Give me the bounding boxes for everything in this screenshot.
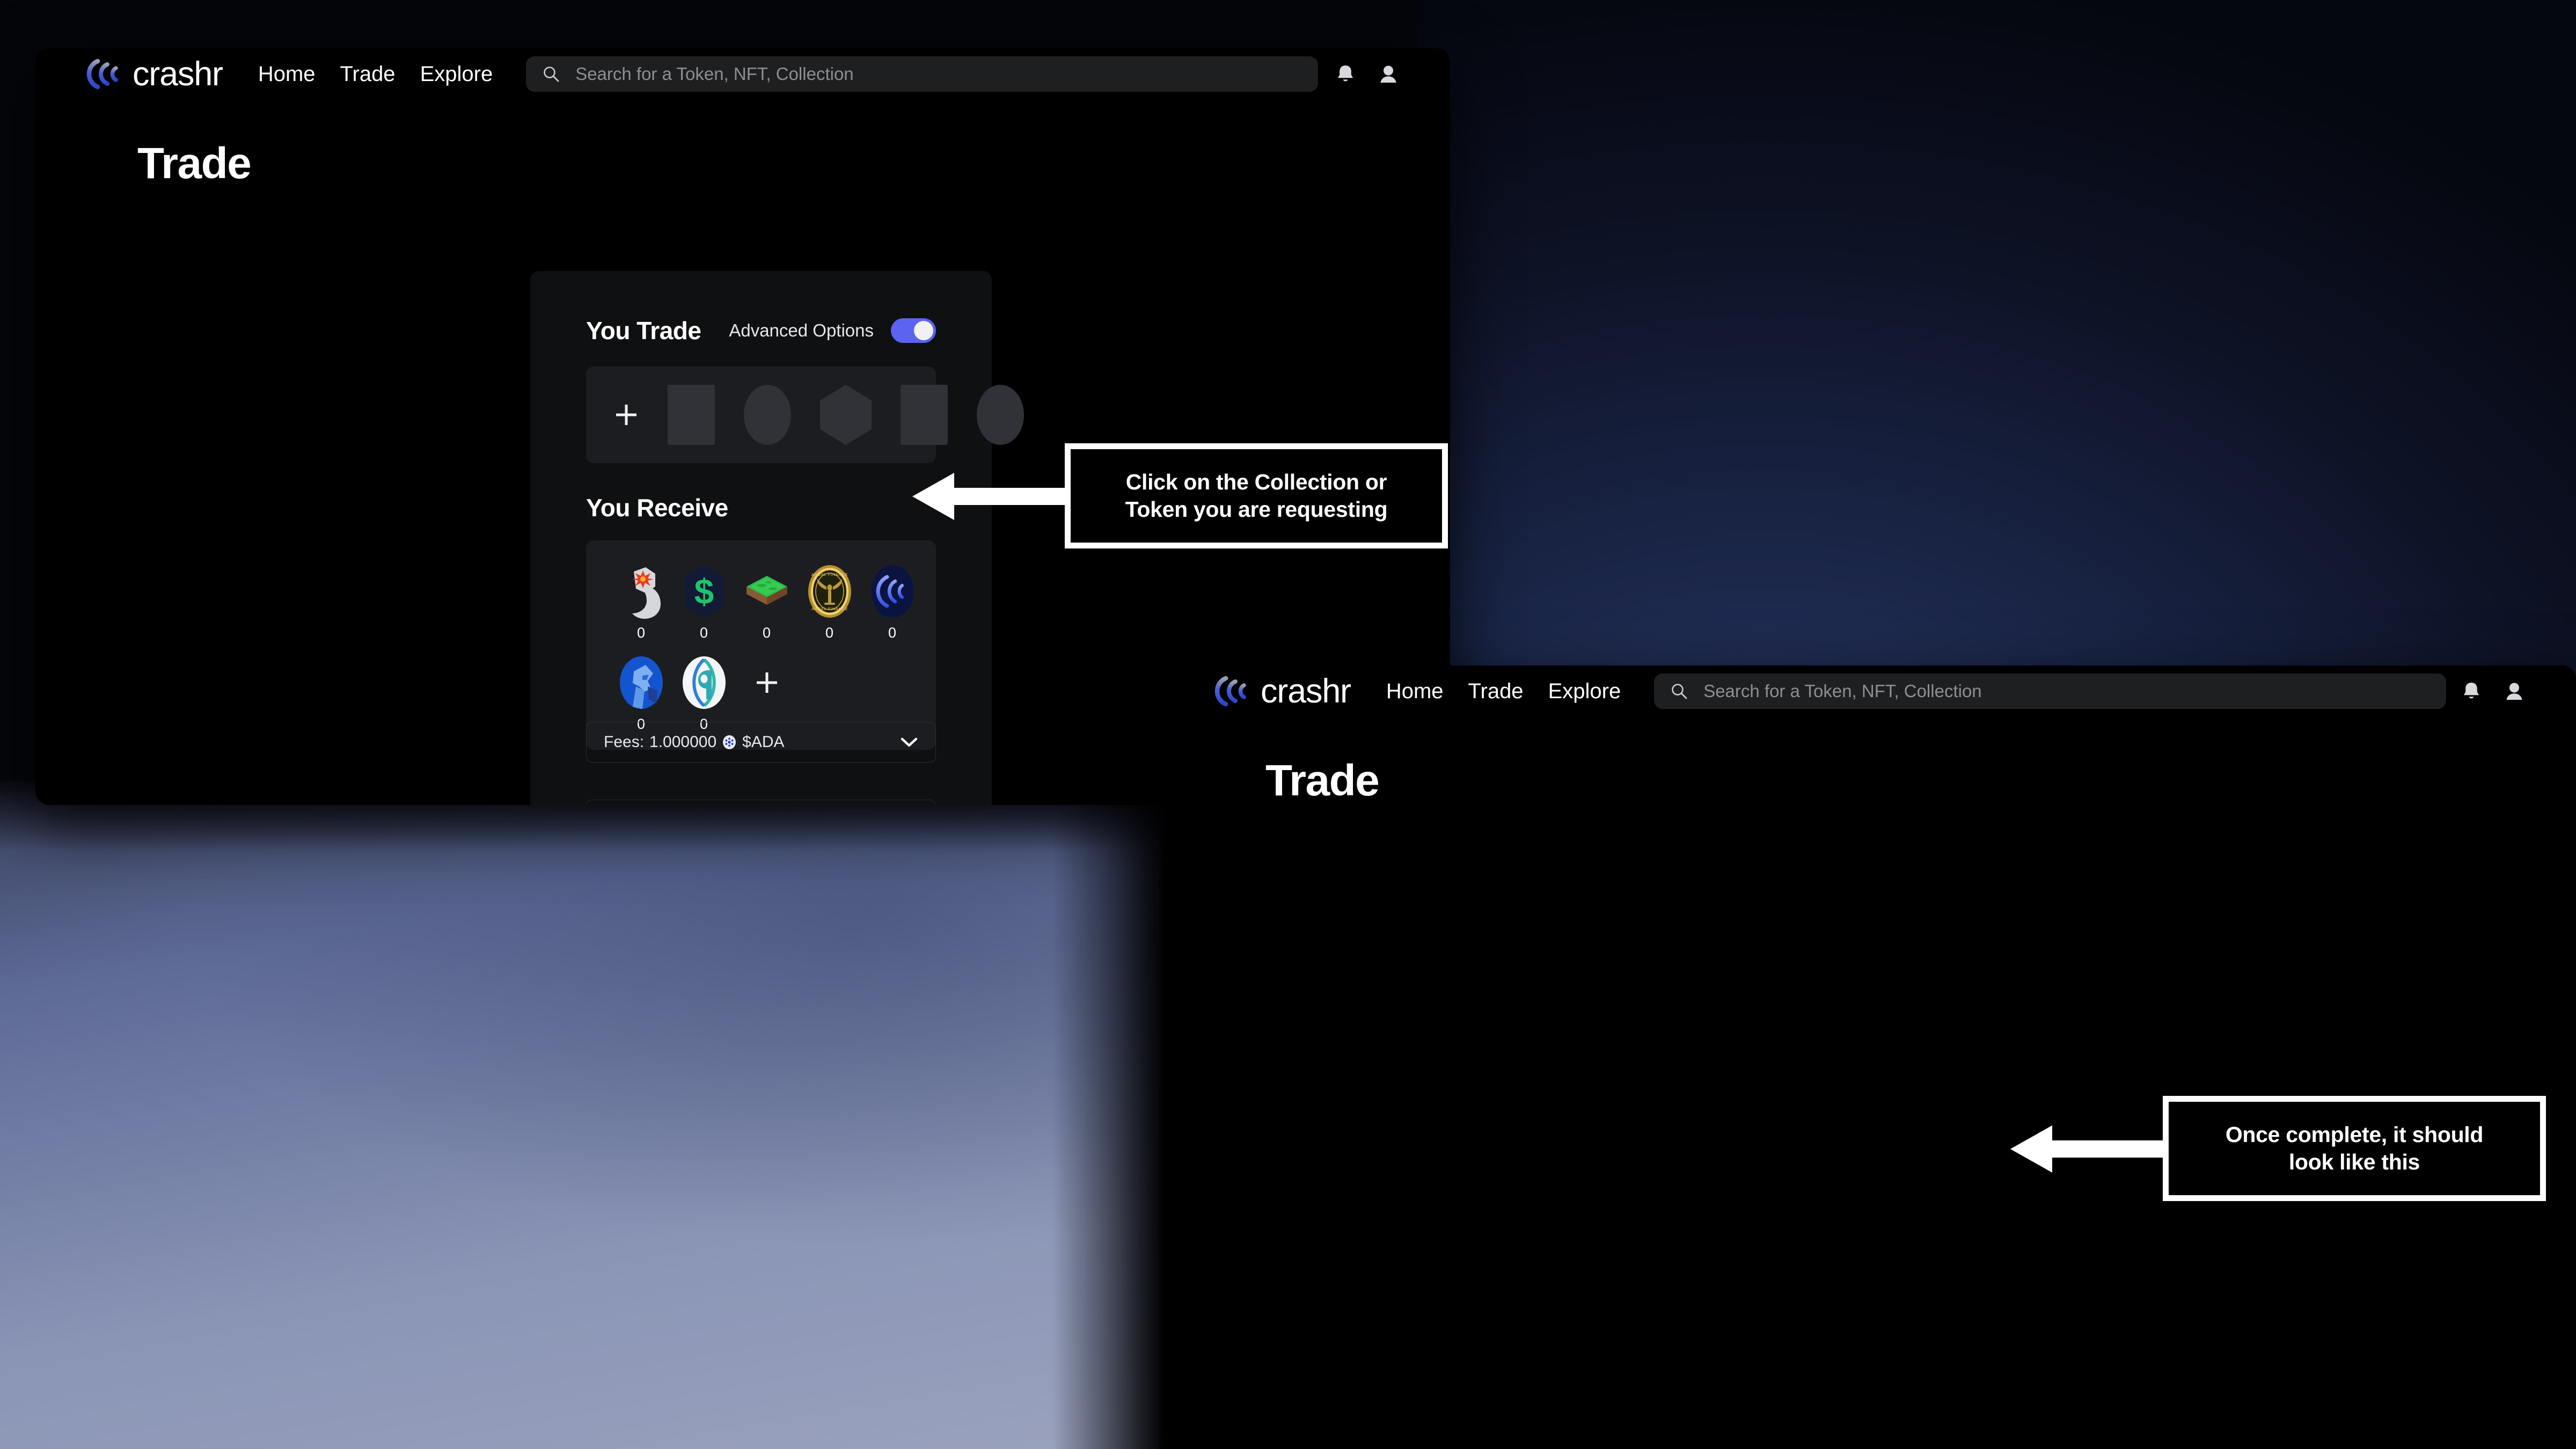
advanced-options-label: Advanced Options — [729, 320, 874, 340]
brand-logo-back[interactable]: crashr — [85, 57, 223, 91]
add-asset-button[interactable] — [735, 653, 798, 712]
callout-collection: Click on the Collection or Token you are… — [1065, 443, 1448, 548]
asset-crashr-token[interactable]: 0 — [861, 562, 924, 640]
asset-row-1-back: 0 0 0 0 0 — [610, 562, 912, 640]
fees-dropdown-back[interactable]: Fees: 1.000000 $ADA — [586, 722, 936, 763]
asset-quantity: 0 — [825, 625, 834, 641]
nav-actions-back — [1335, 63, 1399, 85]
brand-name: crashr — [133, 55, 223, 93]
nav-link-home[interactable]: Home — [1386, 679, 1444, 704]
fees-currency: $ADA — [742, 733, 785, 751]
nav-links-back: Home Trade Explore — [258, 62, 493, 86]
search-input[interactable]: Search for a Token, NFT, Collection — [526, 56, 1319, 92]
asset-quantity: 0 — [762, 625, 771, 641]
dollar-hex-token-icon — [680, 562, 728, 621]
callout-complete-text: Once complete, it should look like this — [2225, 1121, 2484, 1176]
advanced-options-toggle[interactable] — [891, 318, 936, 343]
nav-links-front: Home Trade Explore — [1386, 679, 1621, 704]
brand-name: crashr — [1261, 672, 1351, 710]
asset-row-2-back: 0 0 — [610, 653, 912, 731]
asset-green-block-nft[interactable]: 0 — [735, 562, 798, 640]
asset-teal-ring-token[interactable]: 0 — [672, 653, 735, 731]
page-title: Trade — [1265, 756, 1380, 805]
navbar-front: crashr Home Trade Explore Search for a T… — [1163, 665, 2576, 717]
callout-arrow-1 — [912, 471, 1073, 522]
avatar-icon[interactable] — [1378, 63, 1399, 85]
navbar-back: crashr Home Trade Explore Search for a T… — [35, 48, 1450, 100]
fees-label: Fees: — [604, 733, 645, 751]
callout-line-2: look like this — [2288, 1150, 2420, 1174]
callout-line-1: Once complete, it should — [2225, 1122, 2484, 1147]
fees-text-back: Fees: 1.000000 $ADA — [604, 733, 785, 751]
chevron-down-icon[interactable] — [900, 736, 918, 748]
nav-link-home[interactable]: Home — [258, 62, 316, 86]
search-placeholder: Search for a Token, NFT, Collection — [575, 64, 854, 84]
callout-line-1: Click on the Collection or — [1125, 469, 1387, 494]
teal-ring-token-icon — [680, 653, 728, 712]
wallpaper-gradient-bottom-left — [0, 781, 1159, 1449]
nav-link-trade[interactable]: Trade — [1468, 679, 1524, 704]
plus-icon — [755, 670, 779, 695]
brand-logo-front[interactable]: crashr — [1213, 672, 1351, 710]
blue-character-nft-icon — [618, 653, 665, 712]
crashr-waves-logo-icon — [85, 57, 123, 91]
crashr-token-icon — [869, 562, 916, 621]
fees-amount: 1.000000 — [649, 733, 717, 751]
search-input[interactable]: Search for a Token, NFT, Collection — [1654, 674, 2447, 709]
trade-card-back: You Trade Advanced Options You Receive 0… — [530, 271, 1024, 805]
asset-angel-finance-coin[interactable]: 0 — [798, 562, 861, 640]
you-receive-assets-back: 0 0 0 0 0 0 0 — [586, 540, 936, 750]
nav-link-explore[interactable]: Explore — [420, 62, 493, 86]
bang-moon-nft-icon — [618, 562, 665, 621]
you-trade-slots-back[interactable] — [586, 367, 1024, 463]
asset-quantity: 0 — [699, 625, 708, 641]
bell-icon[interactable] — [1335, 63, 1356, 85]
green-block-nft-icon — [743, 562, 791, 621]
bell-icon[interactable] — [2461, 680, 2482, 702]
angel-finance-coin-icon — [806, 562, 853, 621]
asset-dollar-hex-token[interactable]: 0 — [672, 562, 735, 640]
ada-coin-icon — [722, 735, 737, 750]
callout-arrow-2 — [2010, 1123, 2171, 1175]
placeholder-shape-square-2 — [901, 385, 948, 445]
search-icon — [1670, 682, 1688, 700]
avatar-icon[interactable] — [2504, 680, 2524, 702]
placeholder-shape-circle-1 — [744, 385, 791, 445]
asset-quantity: 0 — [888, 625, 897, 641]
toggle-knob — [914, 321, 933, 340]
advanced-options-group-back: Advanced Options — [729, 318, 936, 343]
crashr-waves-logo-icon — [1213, 675, 1252, 708]
asset-bang-moon-nft[interactable]: 0 — [610, 562, 672, 640]
nav-link-explore[interactable]: Explore — [1548, 679, 1621, 704]
page-title: Trade — [137, 139, 252, 188]
placeholder-shape-circle-2 — [977, 385, 1024, 445]
search-placeholder: Search for a Token, NFT, Collection — [1703, 681, 1982, 701]
nav-actions-front — [2461, 680, 2524, 702]
placeholder-shape-square-1 — [668, 385, 715, 445]
placeholder-shape-hexagon — [820, 385, 872, 445]
nav-link-trade[interactable]: Trade — [340, 62, 396, 86]
select-assets-button[interactable]: Select Assets — [586, 800, 936, 805]
callout-complete: Once complete, it should look like this — [2163, 1096, 2546, 1201]
callout-collection-text: Click on the Collection or Token you are… — [1125, 469, 1388, 524]
callout-line-2: Token you are requesting — [1125, 497, 1388, 522]
wallpaper-fade-right — [1052, 781, 1159, 1449]
card-header-back: You Trade Advanced Options — [530, 271, 992, 345]
asset-blue-character-nft[interactable]: 0 — [610, 653, 672, 731]
search-icon — [542, 65, 560, 83]
plus-icon[interactable] — [614, 402, 639, 427]
desktop-background: $ — [0, 0, 2576, 1449]
browser-window-front[interactable]: crashr Home Trade Explore Search for a T… — [1163, 665, 2576, 1449]
asset-quantity: 0 — [636, 625, 646, 641]
you-trade-label: You Trade — [586, 317, 701, 345]
wallpaper-gradient-top-right — [1417, 0, 2576, 762]
